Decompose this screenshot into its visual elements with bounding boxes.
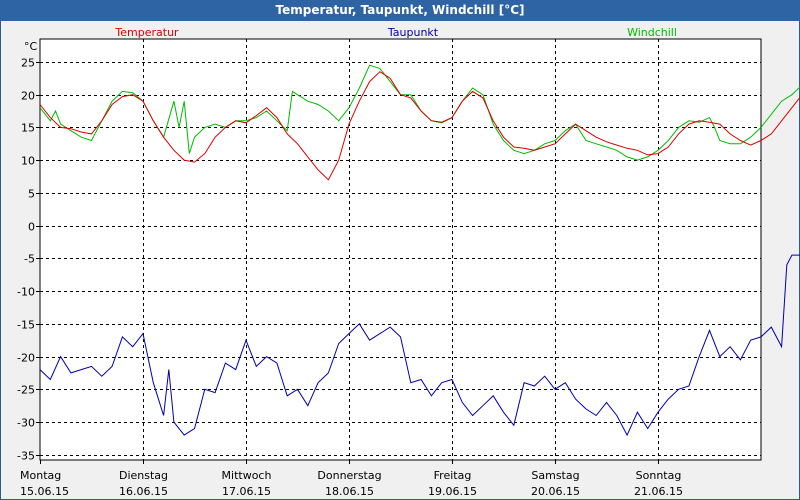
y-tick-label: -15 <box>17 319 35 332</box>
x-tick-date: 16.06.15 <box>119 485 168 498</box>
x-tick-day: Dienstag <box>119 469 168 482</box>
legend-temperatur: Temperatur <box>114 26 179 39</box>
legend-taupunkt: Taupunkt <box>387 26 439 39</box>
line-chart: 25 20 15 10 5 0 -5 -10 -15 -20 -25 -30 -35 Montag 15.… <box>17 26 800 498</box>
x-tick-date: 15.06.15 <box>20 485 69 498</box>
y-tick-label: 0 <box>28 221 35 234</box>
x-tick-day: Sonntag <box>636 469 682 482</box>
x-tick-date: 21.06.15 <box>634 485 683 498</box>
x-tick-date: 18.06.15 <box>325 485 374 498</box>
x-tick-date: 17.06.15 <box>222 485 271 498</box>
x-tick-day: Freitag <box>434 469 472 482</box>
x-tick-day: Montag <box>20 469 61 482</box>
x-tick-day: Donnerstag <box>317 469 381 482</box>
plot-area <box>39 38 762 461</box>
x-tick-day: Mittwoch <box>222 469 272 482</box>
y-tick-label: 5 <box>28 188 35 201</box>
y-tick-label: -5 <box>24 253 35 266</box>
x-tick-day: Samstag <box>531 469 579 482</box>
y-tick-label: -35 <box>17 450 35 463</box>
y-tick-label: 20 <box>21 90 35 103</box>
y-tick-label: -30 <box>17 417 35 430</box>
x-axis-ticks: Montag 15.06.15 Dienstag 16.06.15 Mittwoch 17… <box>20 460 683 498</box>
legend-windchill: Windchill <box>627 26 677 39</box>
y-tick-label: 10 <box>21 155 35 168</box>
x-tick-date: 19.06.15 <box>428 485 477 498</box>
y-axis-ticks: 25 20 15 10 5 0 -5 -10 -15 -20 -25 -30 -35 <box>17 57 40 463</box>
y-tick-label: 25 <box>21 57 35 70</box>
x-tick-date: 20.06.15 <box>531 485 580 498</box>
y-tick-label: -25 <box>17 384 35 397</box>
y-tick-label: -10 <box>17 286 35 299</box>
legend: Temperatur Taupunkt Windchill <box>114 26 677 39</box>
y-tick-label: 15 <box>21 122 35 135</box>
y-axis-label: °C <box>24 40 38 53</box>
y-tick-label: -20 <box>17 352 35 365</box>
